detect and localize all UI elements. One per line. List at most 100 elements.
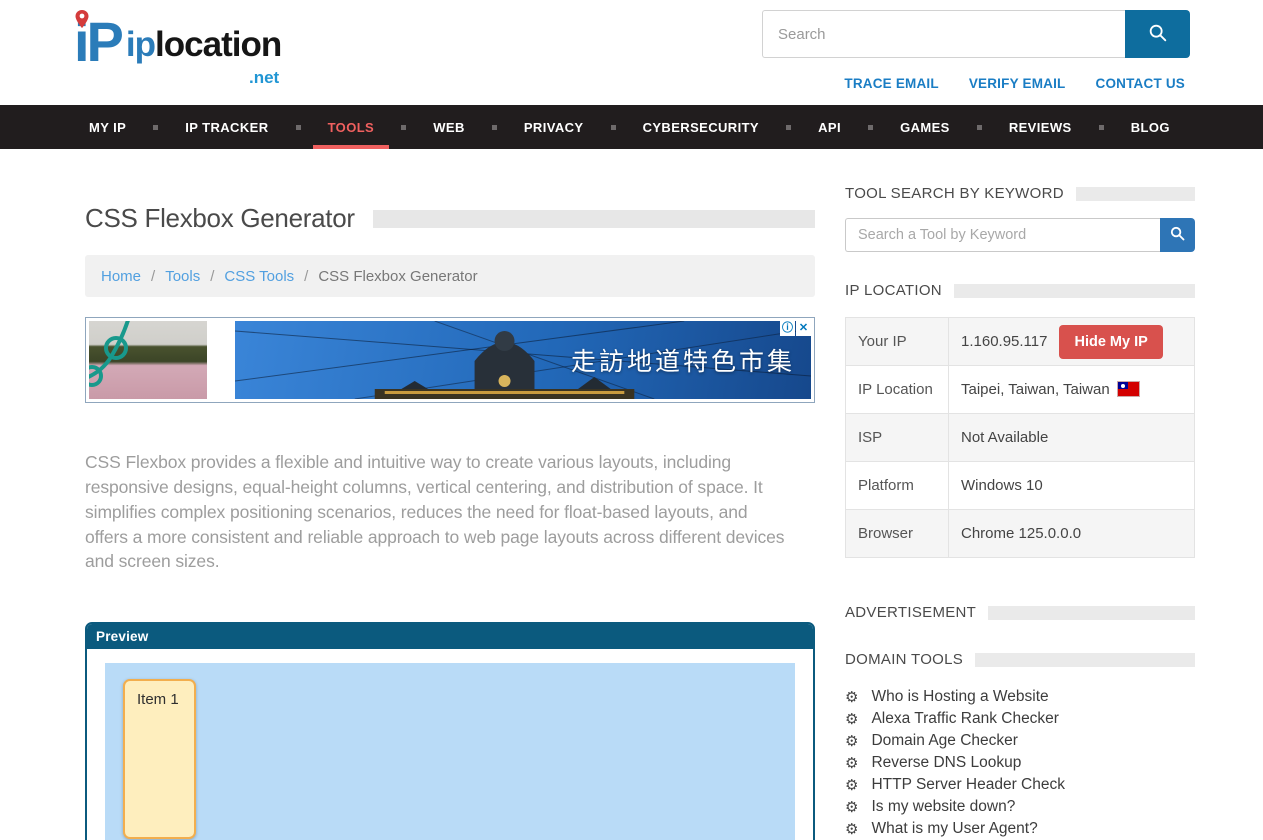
gear-icon: ⚙ — [845, 800, 858, 815]
location-pin-icon — [75, 10, 89, 28]
main-content: CSS Flexbox Generator Home / Tools / CSS Too… — [85, 149, 815, 840]
breadcrumb-css-tools[interactable]: CSS Tools — [224, 268, 294, 285]
nav-separator — [401, 125, 406, 130]
ip-location-table-body: Your IP1.160.95.117Hide My IPIP Location… — [846, 318, 1195, 558]
nav-separator — [492, 125, 497, 130]
nav-separator — [868, 125, 873, 130]
domain-tool-is-my-website-down[interactable]: ⚙Is my website down? — [845, 796, 1195, 818]
breadcrumb-home[interactable]: Home — [101, 268, 141, 285]
ad-image-right: 走訪地道特色市集 — [235, 321, 811, 399]
ip-row-value-text: Chrome 125.0.0.0 — [961, 525, 1081, 542]
ip-row-value: Not Available — [949, 414, 1195, 462]
nav-separator — [611, 125, 616, 130]
ip-row-label: IP Location — [846, 366, 949, 414]
domain-tools-heading: DOMAIN TOOLS — [845, 651, 963, 668]
heading-decoration-bar — [975, 653, 1195, 667]
nav-item-ip-tracker[interactable]: IP TRACKER — [170, 105, 283, 149]
nav-separator — [296, 125, 301, 130]
heading-decoration-bar — [1076, 187, 1195, 201]
hide-my-ip-button[interactable]: Hide My IP — [1059, 325, 1162, 359]
heading-decoration-bar — [988, 606, 1195, 620]
gear-icon: ⚙ — [845, 690, 858, 705]
preview-panel-title: Preview — [87, 624, 813, 649]
domain-tool-label: Domain Age Checker — [871, 732, 1017, 750]
domain-tool-alexa-traffic-rank-checker[interactable]: ⚙Alexa Traffic Rank Checker — [845, 708, 1195, 730]
ad-info-icon[interactable]: ⓘ — [780, 321, 795, 336]
ip-row-label: Browser — [846, 510, 949, 558]
breadcrumb-tools[interactable]: Tools — [165, 268, 200, 285]
ip-table-row-isp: ISP Not Available — [846, 414, 1195, 462]
nav-item-reviews[interactable]: REVIEWS — [994, 105, 1087, 149]
ip-row-value: Chrome 125.0.0.0 — [949, 510, 1195, 558]
nav-item-games[interactable]: GAMES — [885, 105, 965, 149]
nav-separator — [786, 125, 791, 130]
domain-tool-what-is-my-user-agent[interactable]: ⚙What is my User Agent? — [845, 818, 1195, 840]
domain-tools-list: ⚙Who is Hosting a Website⚙Alexa Traffic … — [845, 686, 1195, 840]
ip-row-label: ISP — [846, 414, 949, 462]
ip-table-row-your-ip: Your IP1.160.95.117Hide My IP — [846, 318, 1195, 366]
ip-table-row-platform: PlatformWindows 10 — [846, 462, 1195, 510]
main-nav: MY IP IP TRACKER TOOLS WEB PRIVACY CYBERSECUR… — [0, 105, 1263, 149]
ip-row-value: 1.160.95.117Hide My IP — [949, 318, 1195, 366]
breadcrumb-css-flexbox-generator: CSS Flexbox Generator — [318, 268, 477, 285]
nav-item-privacy[interactable]: PRIVACY — [509, 105, 599, 149]
sidebar: TOOL SEARCH BY KEYWORD IP LOCATION Your … — [845, 149, 1195, 840]
ad-image-left — [89, 321, 207, 399]
header-link-trace-email[interactable]: TRACE EMAIL — [844, 76, 938, 91]
nav-item-api[interactable]: API — [803, 105, 856, 149]
nav-item-web[interactable]: WEB — [418, 105, 480, 149]
header-search-button[interactable] — [1125, 10, 1190, 58]
header-link-contact-us[interactable]: CONTACT US — [1096, 76, 1186, 91]
gear-icon: ⚙ — [845, 756, 858, 771]
ad-close-icon[interactable]: ✕ — [796, 321, 811, 336]
domain-tool-reverse-dns-lookup[interactable]: ⚙ Reverse DNS Lookup — [845, 752, 1195, 774]
preview-panel: Preview Item 1 — [85, 622, 815, 840]
header-link-verify-email[interactable]: VERIFY EMAIL — [969, 76, 1066, 91]
ad-caption: 走訪地道特色市集 — [571, 342, 795, 378]
search-icon — [1169, 225, 1186, 242]
breadcrumb-separator: / — [151, 268, 155, 285]
ad-banner[interactable]: 走訪地道特色市集 ⓘ ✕ — [85, 317, 815, 403]
ip-row-value-text: Taipei, Taiwan, Taiwan — [961, 381, 1110, 398]
tool-search-button[interactable] — [1160, 218, 1195, 252]
nav-item-cybersecurity[interactable]: CYBERSECURITY — [628, 105, 774, 149]
flexbox-preview-item[interactable]: Item 1 — [123, 679, 196, 839]
ip-row-value: Windows 10 — [949, 462, 1195, 510]
gear-icon: ⚙ — [845, 712, 858, 727]
ip-row-label: Your IP — [846, 318, 949, 366]
logo-monogram: iP — [74, 4, 121, 80]
preview-body: Item 1 — [87, 649, 813, 840]
tool-description: CSS Flexbox provides a flexible and intu… — [85, 450, 791, 574]
domain-tool-http-server-header-check[interactable]: ⚙ HTTP Server Header Check — [845, 774, 1195, 796]
flexbox-preview-container: Item 1 — [105, 663, 795, 840]
logo-wordmark: iplocation .net — [126, 26, 281, 80]
ip-row-label: Platform — [846, 462, 949, 510]
domain-tool-who-is-hosting-a-website[interactable]: ⚙Who is Hosting a Website — [845, 686, 1195, 708]
tool-search-heading: TOOL SEARCH BY KEYWORD — [845, 185, 1064, 202]
nav-separator — [1099, 125, 1104, 130]
tool-search — [845, 218, 1195, 252]
domain-tool-label: What is my User Agent? — [871, 820, 1037, 838]
site-logo[interactable]: iP iplocation .net — [74, 4, 281, 80]
domain-tool-label: HTTP Server Header Check — [871, 776, 1065, 794]
ip-row-value: Taipei, Taiwan, Taiwan — [949, 366, 1195, 414]
nav-separator — [977, 125, 982, 130]
gear-icon: ⚙ — [845, 778, 858, 793]
nav-item-tools[interactable]: TOOLS — [313, 105, 390, 149]
header-links: TRACE EMAIL VERIFY EMAIL CONTACT US — [844, 76, 1185, 91]
logo-tld: .net — [249, 59, 279, 97]
title-decoration-bar — [373, 210, 815, 228]
nav-item-blog[interactable]: BLOG — [1116, 105, 1185, 149]
domain-tool-label: Reverse DNS Lookup — [871, 754, 1021, 772]
advertisement-heading: ADVERTISEMENT — [845, 604, 976, 621]
main-nav-list: MY IP IP TRACKER TOOLS WEB PRIVACY CYBERSECUR… — [0, 105, 1263, 149]
ip-row-value-text: Not Available — [961, 429, 1048, 446]
nav-item-my-ip[interactable]: MY IP — [74, 105, 141, 149]
tool-search-input[interactable] — [845, 218, 1160, 252]
header-search-input[interactable] — [762, 10, 1125, 58]
gear-icon: ⚙ — [845, 734, 858, 749]
ip-location-heading: IP LOCATION — [845, 282, 942, 299]
breadcrumb-separator: / — [304, 268, 308, 285]
domain-tool-domain-age-checker[interactable]: ⚙ Domain Age Checker — [845, 730, 1195, 752]
ip-location-table: Your IP1.160.95.117Hide My IPIP Location… — [845, 317, 1195, 558]
